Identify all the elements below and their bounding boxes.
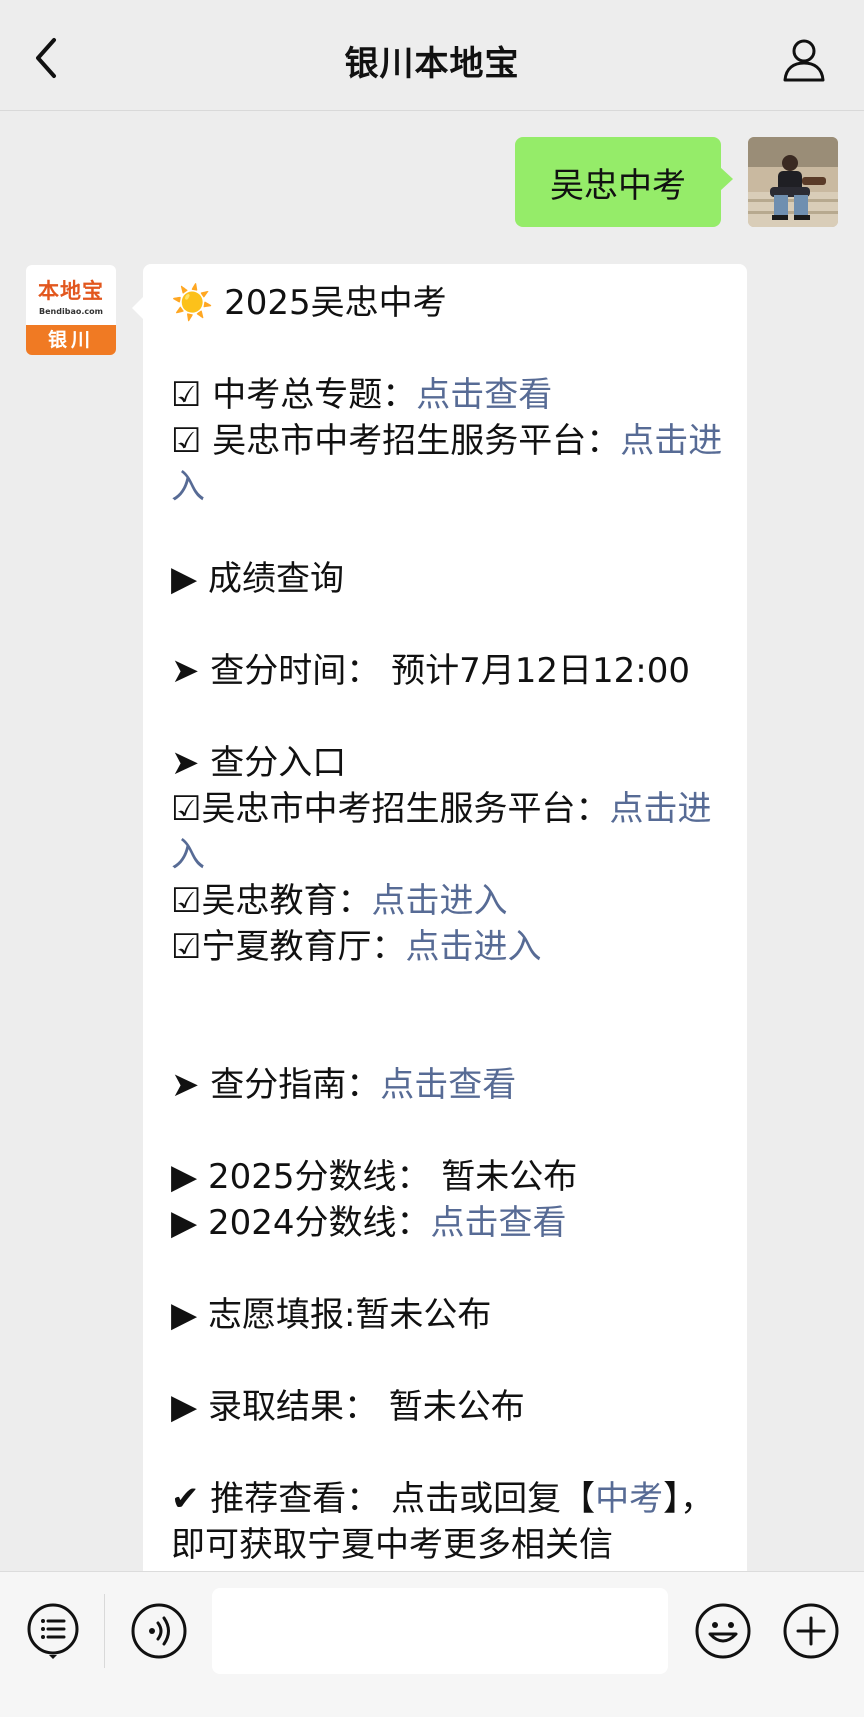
sent-message-bubble[interactable]: 吴忠中考 [515,137,733,227]
message-spacer [171,602,727,648]
message-text: ➤ 查分时间： 预计7月12日12:00 [171,651,690,691]
message-spacer [171,1430,727,1476]
message-line: ☑吴忠市中考招生服务平台：点击进入 [171,786,727,878]
message-link[interactable]: 点击查看 [380,1065,516,1105]
chat-header: 银川本地宝 [0,0,864,111]
voice-icon[interactable] [130,1602,188,1660]
logo-text: 本地宝 [38,278,104,303]
person-icon[interactable] [780,36,828,84]
message-spacer [171,694,727,740]
bendibao-logo: 本地宝 Bendibao.com [26,265,116,327]
message-text: ✔ 推荐查看： 点击或回复【 [171,1479,596,1519]
message-link[interactable]: 中考 [595,1479,663,1519]
message-line: ☑吴忠教育：点击进入 [171,878,727,924]
page-title: 银川本地宝 [344,44,520,84]
message-text: ☑ 吴忠市中考招生服务平台： [171,421,621,461]
message-spacer [171,1246,727,1292]
message-line: ☑宁夏教育厅：点击进入 [171,924,727,970]
message-spacer [171,510,727,556]
message-line: ▶ 志愿填报:暂未公布 [171,1292,727,1338]
menu-list-icon[interactable] [24,1602,82,1660]
user-avatar[interactable] [748,137,838,227]
message-line: ▶ 2025分数线： 暂未公布 [171,1154,727,1200]
message-line: ▶ 2024分数线：点击查看 [171,1200,727,1246]
sun-icon: ☀️ [171,283,225,323]
message-line: ☑ 中考总专题：点击查看 [171,372,727,418]
message-text: ☑ 中考总专题： [171,375,417,415]
message-text: 2025吴忠中考 [224,283,447,323]
message-link[interactable]: 点击查看 [430,1203,566,1243]
emoji-icon[interactable] [694,1602,752,1660]
message-line: ▶ 录取结果： 暂未公布 [171,1384,727,1430]
message-text: ▶ 2025分数线： 暂未公布 [171,1157,578,1197]
input-divider [104,1594,105,1668]
message-line: ➤ 查分时间： 预计7月12日12:00 [171,648,727,694]
official-account-avatar[interactable]: 本地宝 Bendibao.com 银川 [26,265,116,355]
message-text: ▶ 2024分数线： [171,1203,431,1243]
message-text: ➤ 查分指南： [171,1065,381,1105]
message-input[interactable] [212,1588,668,1674]
message-line: ☀️ 2025吴忠中考 [171,280,727,326]
message-spacer [171,326,727,372]
message-text: ☑吴忠市中考招生服务平台： [171,789,610,829]
message-spacer [171,970,727,1016]
sent-message-text: 吴忠中考 [550,165,686,206]
message-spacer [171,1016,727,1062]
message-line: ☑ 吴忠市中考招生服务平台：点击进入 [171,418,727,510]
message-body: ☀️ 2025吴忠中考 ☑ 中考总专题：点击查看 ☑ 吴忠市中考招生服务平台：点击进… [171,280,727,1568]
logo-domain: Bendibao.com [39,307,103,316]
received-message-bubble[interactable]: ☀️ 2025吴忠中考 ☑ 中考总专题：点击查看 ☑ 吴忠市中考招生服务平台：点击进… [143,264,747,1594]
message-text: ☑宁夏教育厅： [171,927,406,967]
message-line: ▶ 成绩查询 [171,556,727,602]
message-line: ➤ 查分入口 [171,740,727,786]
message-text: ▶ 志愿填报:暂未公布 [171,1295,492,1335]
message-text: ▶ 录取结果： 暂未公布 [171,1387,525,1427]
message-link[interactable]: 点击查看 [416,375,552,415]
message-spacer [171,1338,727,1384]
message-link[interactable]: 点击进入 [371,881,507,921]
message-spacer [171,1108,727,1154]
input-bar [0,1571,864,1717]
plus-icon[interactable] [782,1602,840,1660]
message-line: ➤ 查分指南：点击查看 [171,1062,727,1108]
message-link[interactable]: 点击进入 [405,927,541,967]
message-text: ☑吴忠教育： [171,881,372,921]
message-text: ➤ 查分入口 [171,743,347,783]
logo-city: 银川 [26,325,116,355]
message-line: ✔ 推荐查看： 点击或回复【中考】，即可获取宁夏中考更多相关信 [171,1476,727,1568]
message-text: ▶ 成绩查询 [171,559,344,599]
